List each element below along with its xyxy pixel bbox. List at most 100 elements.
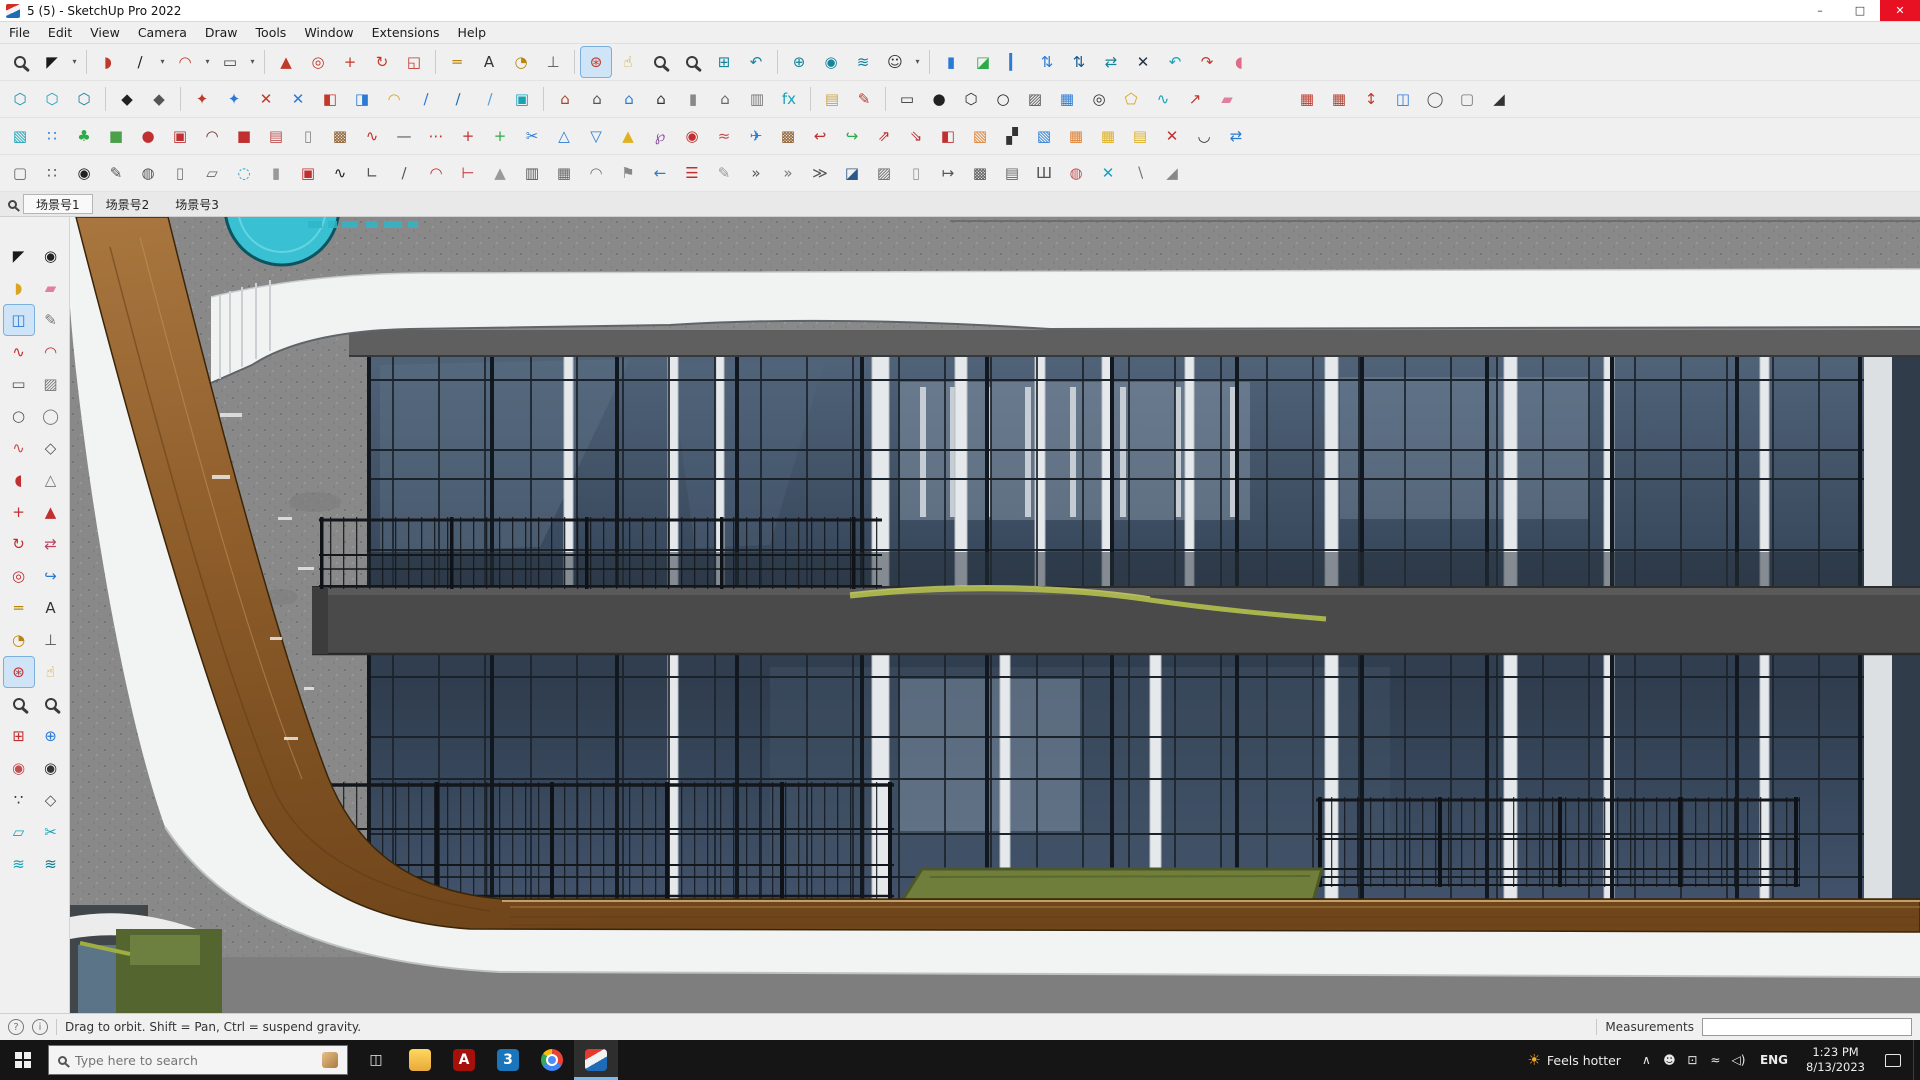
black-curve-icon[interactable]: ◡ xyxy=(1189,121,1219,151)
pan-icon[interactable]: ☝ xyxy=(613,47,643,77)
blue-shape-icon[interactable]: ◨ xyxy=(347,84,377,114)
dome-icon[interactable]: ◠ xyxy=(581,158,611,188)
cylinder-icon[interactable]: ▮ xyxy=(678,84,708,114)
spiral-red-icon[interactable]: ◉ xyxy=(677,121,707,151)
hidden-icons-chevron-icon[interactable]: ∧ xyxy=(1635,1053,1658,1067)
house-arrow-icon[interactable]: ⌂ xyxy=(646,84,676,114)
grid-red-icon[interactable]: ▦ xyxy=(1324,84,1354,114)
separator[interactable] xyxy=(82,47,91,77)
blank-page-icon[interactable]: ▯ xyxy=(165,158,195,188)
rectangle-tool-icon[interactable]: ▭ xyxy=(215,47,245,77)
person-caret-icon[interactable]: ▾ xyxy=(912,47,923,77)
taskbar-chrome[interactable] xyxy=(530,1040,574,1080)
grid-red-teal-icon[interactable]: ▦ xyxy=(1292,84,1322,114)
forward-arrow-icon[interactable]: ↪ xyxy=(837,121,867,151)
line-tool-icon[interactable]: ∕ xyxy=(125,47,155,77)
taskbar-sketchup[interactable] xyxy=(574,1040,618,1080)
airplane-icon[interactable]: ✈ xyxy=(741,121,771,151)
separator[interactable] xyxy=(176,84,185,114)
minimize-button[interactable]: – xyxy=(1800,0,1840,21)
blue-cube-icon[interactable]: ▧ xyxy=(1029,121,1059,151)
section-fill-icon[interactable]: ≋ xyxy=(4,849,34,879)
diag-hatch-icon[interactable]: ▨ xyxy=(869,158,899,188)
dark-arc-icon[interactable]: ◠ xyxy=(197,121,227,151)
photo-match-icon[interactable]: ▣ xyxy=(293,158,323,188)
menu-view[interactable]: View xyxy=(81,22,129,43)
move-icon[interactable]: + xyxy=(335,47,365,77)
export-box-icon[interactable]: ⇗ xyxy=(869,121,899,151)
dots-grid-icon[interactable]: ∷ xyxy=(37,158,67,188)
dots-blue-icon[interactable]: ∷ xyxy=(37,121,67,151)
start-button[interactable] xyxy=(0,1040,46,1080)
solid-tools-icon[interactable]: ✕ xyxy=(1128,47,1158,77)
tape-measure-tool-icon[interactable]: ═ xyxy=(4,593,34,623)
separator[interactable] xyxy=(539,84,548,114)
paint-bucket-icon[interactable]: ◗ xyxy=(93,47,123,77)
scene-tab-3[interactable]: 场景号3 xyxy=(162,194,232,214)
arc-yellow-icon[interactable]: ◠ xyxy=(379,84,409,114)
corner-icon[interactable]: ∟ xyxy=(357,158,387,188)
teal-panel-icon[interactable]: ▣ xyxy=(507,84,537,114)
slash-blue-3-icon[interactable]: ∕ xyxy=(475,84,505,114)
action-center-button[interactable] xyxy=(1875,1040,1911,1080)
menu-tools[interactable]: Tools xyxy=(247,22,296,43)
line-gray-icon[interactable]: — xyxy=(389,121,419,151)
separator[interactable] xyxy=(431,47,440,77)
warning-triangle-icon[interactable]: ▲ xyxy=(613,121,643,151)
red-square-icon[interactable]: ■ xyxy=(229,121,259,151)
ribbon-icon[interactable]: ◖ xyxy=(1224,47,1254,77)
separator[interactable] xyxy=(881,84,890,114)
status-geolocation-icon[interactable]: ? xyxy=(8,1019,24,1035)
house-gray-icon[interactable]: ⌂ xyxy=(710,84,740,114)
rotated-rectangle-icon[interactable]: ▨ xyxy=(36,369,66,399)
redo-icon[interactable]: ↷ xyxy=(1192,47,1222,77)
eraser-pink-icon[interactable]: ▰ xyxy=(1212,84,1242,114)
green-plus-icon[interactable]: + xyxy=(485,121,515,151)
white-cube-icon[interactable]: ▢ xyxy=(5,158,35,188)
red-plus-icon[interactable]: + xyxy=(453,121,483,151)
drape-icon[interactable]: ◆ xyxy=(144,84,174,114)
maximize-button[interactable]: □ xyxy=(1840,0,1880,21)
search-tool-icon[interactable] xyxy=(5,47,35,77)
green-square-icon[interactable]: ■ xyxy=(101,121,131,151)
offset-icon[interactable]: ◎ xyxy=(303,47,333,77)
look-around-tool-icon[interactable]: ◉ xyxy=(36,753,66,783)
fx-icon[interactable]: fx xyxy=(774,84,804,114)
slash-blue-1-icon[interactable]: ∕ xyxy=(411,84,441,114)
task-view-button[interactable]: ◫ xyxy=(354,1040,398,1080)
look-around-icon[interactable]: ◉ xyxy=(816,47,846,77)
separator[interactable] xyxy=(570,47,579,77)
small-x-icon[interactable]: ✕ xyxy=(1157,121,1187,151)
parallelogram-icon[interactable]: ▱ xyxy=(197,158,227,188)
striped-square-icon[interactable]: ▤ xyxy=(261,121,291,151)
zoom-window-icon[interactable] xyxy=(677,47,707,77)
gradient-square-icon[interactable]: ▧ xyxy=(5,121,35,151)
menu-file[interactable]: File xyxy=(0,22,39,43)
section-display-icon[interactable]: ≋ xyxy=(36,849,66,879)
material-swatch-icon[interactable]: ◪ xyxy=(968,47,998,77)
tube-icon[interactable]: ▯ xyxy=(901,158,931,188)
add-detail-icon[interactable]: ✦ xyxy=(187,84,217,114)
cone-icon[interactable]: ▲ xyxy=(485,158,515,188)
yellow-grid-2-icon[interactable]: ▤ xyxy=(1125,121,1155,151)
rotate-tool-icon[interactable]: ↻ xyxy=(4,529,34,559)
grid-blue-icon[interactable]: ▦ xyxy=(1052,84,1082,114)
orange-box-icon[interactable]: ▧ xyxy=(965,121,995,151)
select-arrow-icon[interactable]: ◤ xyxy=(37,47,67,77)
arc-caret-icon[interactable]: ▾ xyxy=(202,47,213,77)
red-frame-icon[interactable]: ▣ xyxy=(165,121,195,151)
position-camera-tool-icon[interactable]: ◉ xyxy=(4,753,34,783)
scene-tab-2[interactable]: 场景号2 xyxy=(93,194,163,214)
scene-tab-1[interactable]: 场景号1 xyxy=(23,194,93,214)
menu-extensions[interactable]: Extensions xyxy=(363,22,449,43)
arc-tool-icon[interactable]: ◠ xyxy=(170,47,200,77)
tape-measure-icon[interactable]: ═ xyxy=(442,47,472,77)
bars-arrows-icon[interactable]: ↕ xyxy=(1356,84,1386,114)
rectangle-icon[interactable]: ▭ xyxy=(4,369,34,399)
sandbox-scratch-icon[interactable]: ⬡ xyxy=(37,84,67,114)
pencil-icon[interactable]: ✎ xyxy=(36,305,66,335)
scale-icon[interactable]: ◱ xyxy=(399,47,429,77)
comb-icon[interactable]: Ш xyxy=(1029,158,1059,188)
chevrons-3-icon[interactable]: ≫ xyxy=(805,158,835,188)
offset-tool-icon[interactable]: ◎ xyxy=(4,561,34,591)
